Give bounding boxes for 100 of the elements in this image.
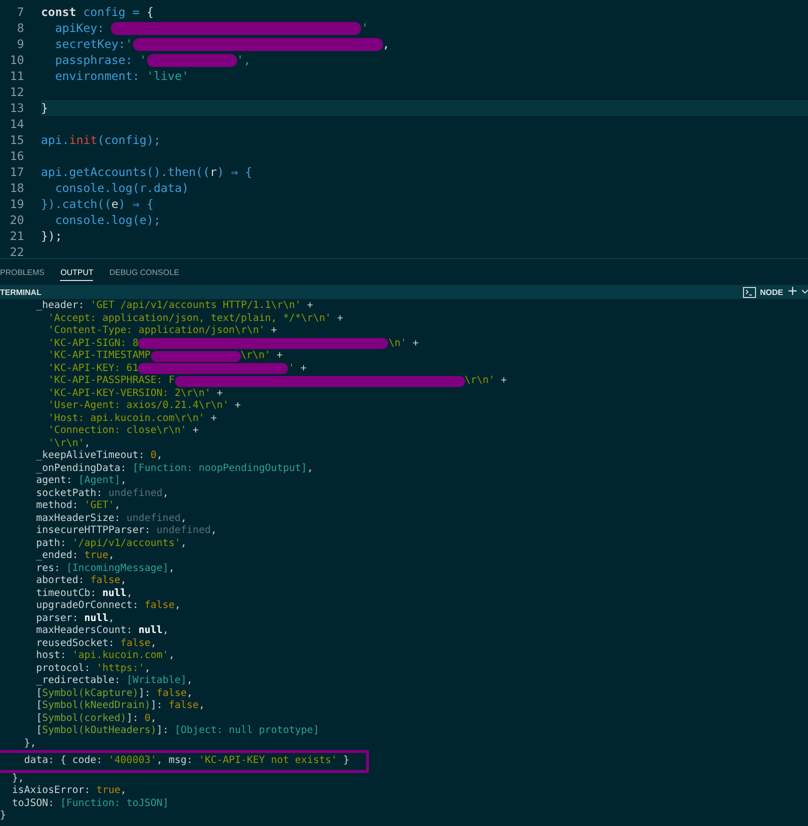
output-token: upgradeOrConnect: (35, 600, 140, 612)
output-token: maxHeadersCount: (35, 625, 134, 638)
output-token: , (114, 500, 120, 512)
output-token: , (126, 588, 132, 600)
output-token: undefined (156, 525, 211, 538)
output-token: 'Connection: close\r\n' (47, 425, 187, 438)
terminal-title: TERMINAL (0, 288, 42, 296)
output-token: , (198, 700, 205, 712)
output-token: 'KC-API-KEY not exists' (198, 755, 338, 768)
output-token: aborted: (35, 575, 86, 588)
output-token: timeoutCb: (35, 588, 98, 600)
output-token: 'KC-API-PASSPHRASE: F (47, 375, 175, 388)
line-number: 19 (8, 196, 24, 212)
output-token: 'Host: api.kucoin.com\r\n' (47, 412, 205, 425)
output-token: , (174, 600, 181, 612)
line-number: 13 (8, 100, 24, 116)
output-token: , (150, 638, 157, 650)
output-token: , (120, 785, 126, 798)
output-token: , (162, 488, 169, 500)
output-token: , (108, 612, 114, 625)
output-token: [ (35, 712, 42, 725)
panel-tab[interactable]: DEBUG CONSOLE (109, 264, 180, 280)
output-token: false (120, 638, 151, 650)
output-token: 'Content-Type: application/json\r\n' (47, 325, 265, 338)
output-token: null (102, 588, 126, 600)
terminal-icon[interactable] (742, 286, 756, 298)
line-number: 9 (16, 36, 24, 52)
output-token: , (180, 538, 187, 550)
output-token: + (234, 400, 241, 412)
output-token: false (168, 700, 199, 712)
output-token: , (120, 575, 126, 588)
line-number: 12 (8, 84, 24, 100)
output-token: 0 (150, 450, 157, 462)
output-token: , (168, 562, 175, 575)
output-token: , (168, 650, 175, 662)
line-number: 17 (8, 164, 24, 180)
code-token: console.log(e); (54, 212, 161, 228)
output-token: _keepAliveTimeout: (35, 450, 146, 462)
output-token: [ (35, 700, 42, 712)
output-token: [Function: toJSON] (60, 798, 169, 810)
output-token: res: (35, 562, 62, 575)
code-token: api. (41, 132, 70, 148)
output-token: , (108, 550, 114, 562)
output-token: '\r\n' (47, 438, 84, 450)
output-token: true (84, 550, 108, 562)
output-token: ]: (156, 725, 170, 738)
output-token: , (162, 625, 169, 638)
code-token: passphrase: (54, 52, 134, 68)
code-token: , (382, 36, 390, 52)
output-token: 'GET' (84, 500, 114, 512)
code-token: secretKey: (54, 36, 126, 52)
code-token: ' (125, 36, 132, 52)
output-token: , (180, 512, 187, 525)
output-token: + (500, 375, 507, 388)
output-token: _redirectable: (35, 675, 122, 688)
output-token: }, (23, 738, 36, 750)
output-token: [Object: null prototype] (174, 725, 320, 738)
output-token: [IncomingMessage] (66, 562, 169, 575)
output-token: false (144, 600, 175, 612)
output-token: [Function: noopPendingOutput] (132, 462, 308, 475)
output-token: + (276, 350, 283, 362)
add-terminal-button[interactable]: + (787, 286, 798, 298)
output-token: Symbol(kCapture) (42, 688, 138, 700)
code-token: { (146, 4, 154, 20)
output-token: , (210, 525, 217, 538)
output-token: true (96, 785, 120, 798)
shell-name[interactable]: NODE (760, 288, 784, 296)
code-token: config = (82, 4, 141, 20)
code-token: environment: (54, 68, 141, 84)
output-token: 'KC-API-SIGN: 8 (47, 338, 138, 350)
output-token: false (156, 688, 187, 700)
output-token: + (192, 425, 199, 438)
output-token: host: (35, 650, 68, 662)
code-token: } (41, 100, 48, 116)
output-token: + (300, 362, 307, 375)
code-token: (config); (97, 132, 161, 148)
output-token: }, (11, 772, 24, 785)
output-token: \r\n' (464, 375, 495, 388)
output-token: [Writable] (126, 675, 187, 688)
output-token: ]: (150, 700, 164, 712)
output-token: 0 (144, 712, 151, 725)
output-token: '/api/v1/accounts' (72, 538, 181, 550)
panel-tab[interactable]: OUTPUT (60, 264, 94, 280)
code-token: console.log(r.data) (54, 180, 189, 196)
code-token: ' (361, 20, 368, 36)
line-number: 14 (8, 116, 24, 132)
line-number: 11 (8, 68, 24, 84)
code-token: ' (140, 52, 147, 68)
output-token: ]: (138, 688, 152, 700)
panel-tab[interactable]: PROBLEMS (0, 264, 44, 280)
output-token: + (210, 412, 217, 425)
output-token: method: (35, 500, 80, 512)
output-token: , (150, 712, 157, 725)
output-token: maxHeaderSize: (35, 512, 122, 525)
line-number: 20 (8, 212, 24, 228)
line-number: 15 (8, 132, 24, 148)
output-token: , (186, 675, 193, 688)
output-token: , (144, 662, 151, 675)
code-token: r (210, 164, 217, 180)
output-token: data: { code: (23, 755, 104, 768)
